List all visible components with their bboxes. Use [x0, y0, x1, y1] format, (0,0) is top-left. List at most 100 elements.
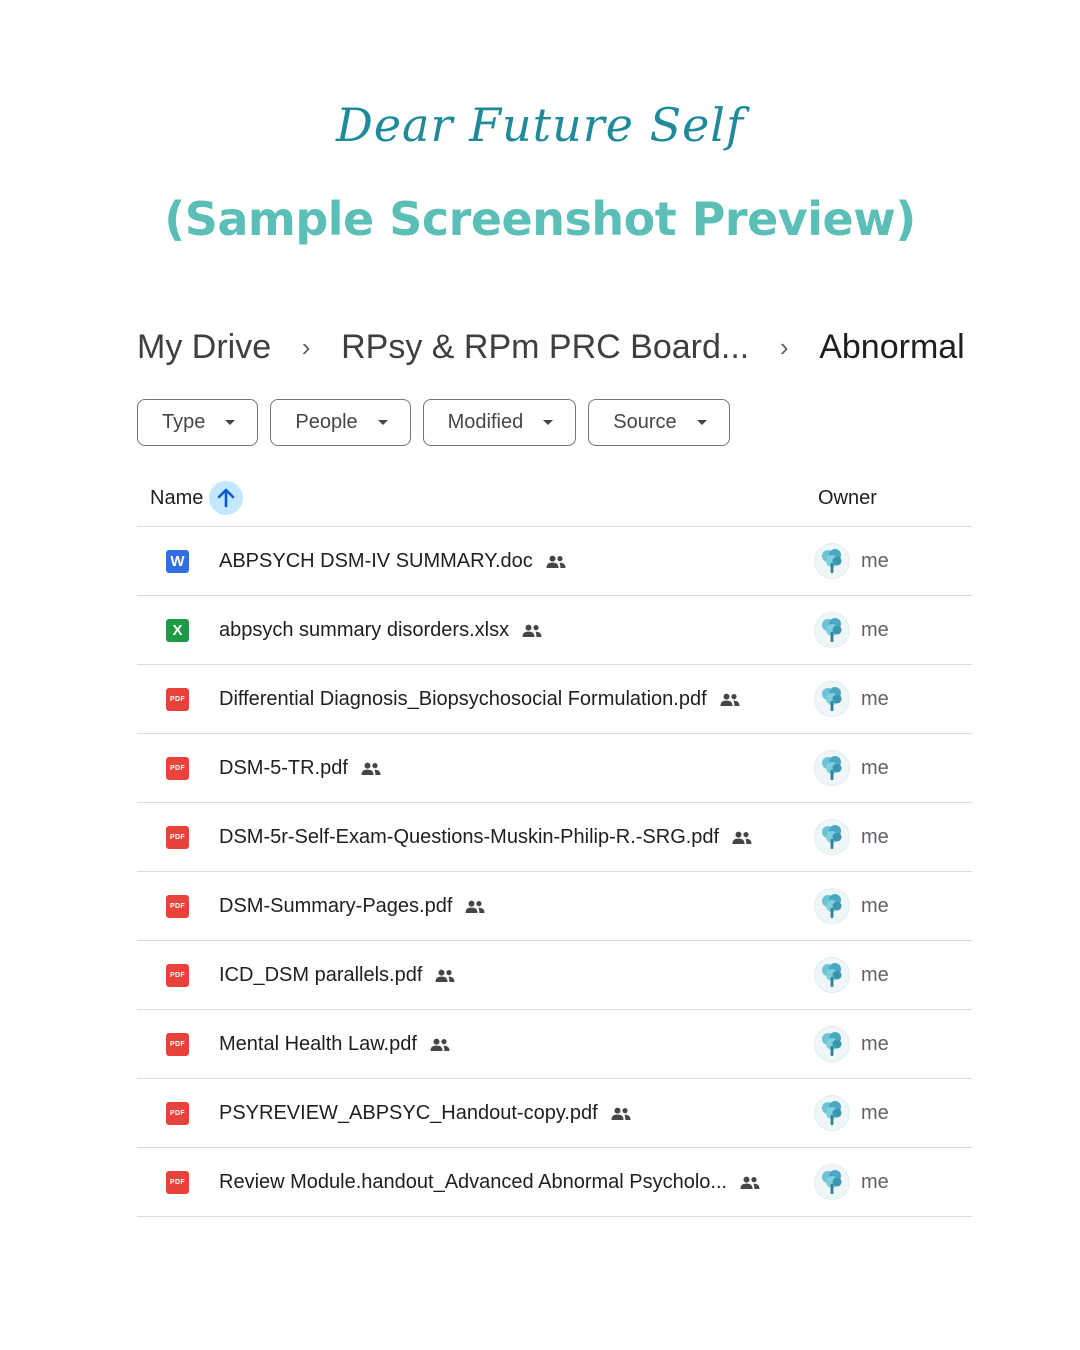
shared-people-icon	[545, 555, 567, 569]
sort-ascending-button[interactable]	[209, 481, 244, 515]
file-row[interactable]: PDF Differential Diagnosis_Biopsychosocia…	[137, 665, 972, 734]
file-name[interactable]: ABPSYCH DSM-IV SUMMARY.doc	[219, 550, 533, 573]
owner-name: me	[861, 687, 889, 710]
file-row[interactable]: PDF DSM-5r-Self-Exam-Questions-Muskin-Phi…	[137, 803, 972, 872]
breadcrumb-current-folder[interactable]: Abnormal	[819, 328, 965, 367]
name-column-header[interactable]: Name	[150, 481, 244, 515]
file-name-cell: DSM-Summary-Pages.pdf	[219, 872, 486, 941]
pdf-file-icon: PDF	[166, 1033, 189, 1056]
file-name[interactable]: Differential Diagnosis_Biopsychosocial F…	[219, 688, 707, 711]
file-name-cell: Mental Health Law.pdf	[219, 1010, 451, 1079]
file-name[interactable]: abpsych summary disorders.xlsx	[219, 619, 509, 642]
xls-file-icon: X	[166, 619, 189, 642]
filter-label: People	[295, 411, 358, 433]
file-name[interactable]: Review Module.handout_Advanced Abnormal …	[219, 1171, 727, 1194]
owner-cell: me	[814, 1026, 889, 1062]
owner-cell: me	[814, 888, 889, 924]
pdf-file-icon: PDF	[166, 895, 189, 918]
pdf-file-icon: PDF	[166, 826, 189, 849]
owner-name: me	[861, 1032, 889, 1055]
dropdown-arrow-icon	[543, 420, 554, 425]
file-name-cell: PSYREVIEW_ABPSYC_Handout-copy.pdf	[219, 1079, 632, 1148]
owner-name: me	[861, 756, 889, 779]
shared-people-icon	[610, 1107, 632, 1121]
filter-source-button[interactable]: Source	[588, 399, 730, 446]
owner-name: me	[861, 549, 889, 572]
dropdown-arrow-icon	[696, 420, 707, 425]
file-name-cell: Differential Diagnosis_Biopsychosocial F…	[219, 665, 741, 734]
file-name[interactable]: Mental Health Law.pdf	[219, 1033, 417, 1056]
file-row[interactable]: Xabpsych summary disorders.xlsx me	[137, 596, 972, 665]
file-name-cell: DSM-5r-Self-Exam-Questions-Muskin-Philip…	[219, 803, 753, 872]
brand-script-title: Dear Future Self	[335, 98, 745, 152]
filter-label: Type	[162, 411, 206, 433]
filter-type-button[interactable]: Type	[137, 399, 259, 446]
owner-name: me	[861, 825, 889, 848]
owner-avatar	[814, 750, 850, 786]
filter-label: Source	[613, 411, 677, 433]
owner-cell: me	[814, 612, 889, 648]
owner-avatar	[814, 681, 850, 717]
file-row[interactable]: PDF DSM-Summary-Pages.pdf me	[137, 872, 972, 941]
owner-avatar	[814, 543, 850, 579]
pdf-file-icon: PDF	[166, 757, 189, 780]
file-name[interactable]: DSM-5-TR.pdf	[219, 757, 348, 780]
owner-cell: me	[814, 681, 889, 717]
file-row[interactable]: PDF PSYREVIEW_ABPSYC_Handout-copy.pdf me	[137, 1079, 972, 1148]
shared-people-icon	[739, 1176, 761, 1190]
owner-avatar	[814, 1026, 850, 1062]
pdf-file-icon: PDF	[166, 1102, 189, 1125]
filter-modified-button[interactable]: Modified	[422, 399, 577, 446]
file-row[interactable]: PDF Review Module.handout_Advanced Abnorm…	[137, 1148, 972, 1217]
dropdown-arrow-icon	[225, 420, 236, 425]
file-name[interactable]: ICD_DSM parallels.pdf	[219, 964, 422, 987]
filter-label: Modified	[447, 411, 524, 433]
owner-cell: me	[814, 957, 889, 993]
shared-people-icon	[731, 831, 753, 845]
owner-avatar	[814, 957, 850, 993]
file-row[interactable]: PDF Mental Health Law.pdf me	[137, 1010, 972, 1079]
owner-name: me	[861, 1101, 889, 1124]
dropdown-arrow-icon	[377, 420, 388, 425]
breadcrumb-board-folder[interactable]: RPsy & RPm PRC Board...	[341, 328, 749, 367]
shared-people-icon	[719, 693, 741, 707]
owner-cell: me	[814, 819, 889, 855]
file-name[interactable]: DSM-5r-Self-Exam-Questions-Muskin-Philip…	[219, 826, 719, 849]
filter-people-button[interactable]: People	[270, 399, 411, 446]
file-name-cell: abpsych summary disorders.xlsx	[219, 596, 543, 665]
owner-cell: me	[814, 543, 889, 579]
chevron-right-icon: ›	[779, 331, 789, 362]
owner-avatar	[814, 1095, 850, 1131]
file-name-cell: DSM-5-TR.pdf	[219, 734, 382, 803]
file-name[interactable]: PSYREVIEW_ABPSYC_Handout-copy.pdf	[219, 1102, 598, 1125]
file-list: W ABPSYCH DSM-IV SUMMARY.doc me Xabpsych su…	[137, 527, 972, 1217]
owner-name: me	[861, 963, 889, 986]
owner-column-header[interactable]: Owner	[818, 487, 877, 510]
arrow-up-icon	[218, 488, 235, 508]
file-name-cell: Review Module.handout_Advanced Abnormal …	[219, 1148, 761, 1217]
file-name[interactable]: DSM-Summary-Pages.pdf	[219, 895, 452, 918]
breadcrumb: My Drive › RPsy & RPm PRC Board... › Abn…	[137, 322, 977, 372]
owner-avatar	[814, 1164, 850, 1200]
chevron-right-icon: ›	[301, 331, 311, 362]
shared-people-icon	[464, 900, 486, 914]
owner-avatar	[814, 888, 850, 924]
preview-subtitle: (Sample Screenshot Preview)	[164, 192, 916, 246]
shared-people-icon	[521, 624, 543, 638]
owner-cell: me	[814, 750, 889, 786]
file-name-cell: ABPSYCH DSM-IV SUMMARY.doc	[219, 527, 567, 596]
owner-name: me	[861, 894, 889, 917]
name-column-label: Name	[150, 486, 204, 509]
doc-file-icon: W	[166, 550, 189, 573]
breadcrumb-my-drive[interactable]: My Drive	[137, 328, 271, 367]
owner-avatar	[814, 819, 850, 855]
file-list-header: Name Owner	[137, 470, 972, 527]
owner-cell: me	[814, 1164, 889, 1200]
filter-bar: Type People Modified Source	[137, 399, 730, 446]
file-name-cell: ICD_DSM parallels.pdf	[219, 941, 456, 1010]
file-row[interactable]: PDF ICD_DSM parallels.pdf me	[137, 941, 972, 1010]
shared-people-icon	[434, 969, 456, 983]
pdf-file-icon: PDF	[166, 964, 189, 987]
file-row[interactable]: PDF DSM-5-TR.pdf me	[137, 734, 972, 803]
file-row[interactable]: W ABPSYCH DSM-IV SUMMARY.doc me	[137, 527, 972, 596]
